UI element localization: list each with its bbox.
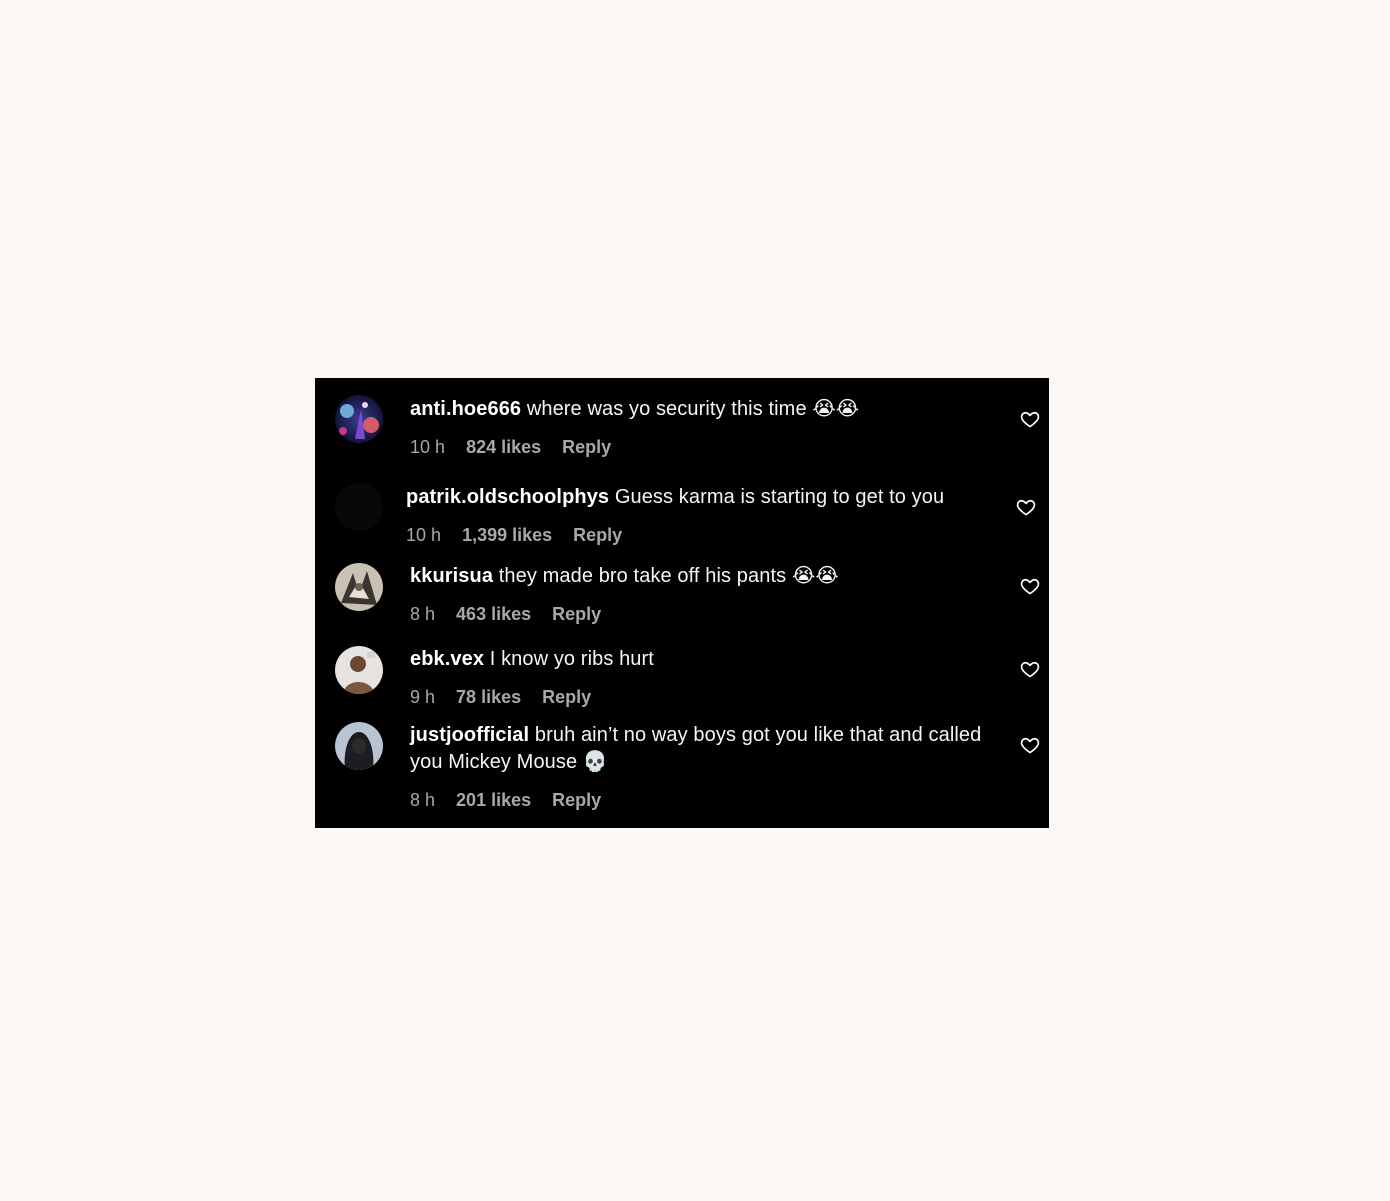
comment-timestamp: 10 h [410, 437, 446, 457]
comment-likes[interactable]: 1,399 likes [462, 525, 552, 545]
reply-button[interactable]: Reply [552, 790, 601, 810]
comment-username[interactable]: anti.hoe666 [410, 398, 521, 420]
galaxy-art-avatar-icon [335, 395, 383, 443]
comment-text: where was yo security this time 😭😭 [526, 398, 860, 420]
manga-avatar-icon [335, 563, 383, 611]
comment-username[interactable]: justjoofficial [410, 724, 529, 746]
comment-likes[interactable]: 463 likes [456, 604, 531, 624]
like-heart-icon[interactable] [1020, 409, 1040, 429]
like-heart-icon[interactable] [1020, 659, 1040, 679]
person-photo-avatar-icon [335, 646, 383, 694]
like-heart-icon[interactable] [1020, 735, 1040, 755]
comment-text: Guess karma is starting to get to you [614, 486, 945, 508]
avatar[interactable] [335, 722, 383, 770]
comment-timestamp: 8 h [410, 604, 436, 624]
comment-username[interactable]: ebk.vex [410, 648, 484, 670]
avatar[interactable] [335, 646, 383, 694]
comment-timestamp: 10 h [406, 525, 442, 545]
avatar[interactable] [335, 395, 383, 443]
comment-timestamp: 8 h [410, 790, 436, 810]
hooded-person-avatar-icon [335, 722, 383, 770]
comment-text: they made bro take off his pants 😭😭 [498, 565, 839, 587]
dark-avatar-icon [335, 483, 383, 531]
reply-button[interactable]: Reply [542, 687, 591, 707]
reply-button[interactable]: Reply [573, 525, 622, 545]
comment-likes[interactable]: 824 likes [466, 437, 541, 457]
like-heart-icon[interactable] [1020, 576, 1040, 596]
reply-button[interactable]: Reply [552, 604, 601, 624]
comment-username[interactable]: kkurisua [410, 565, 493, 587]
comment-likes[interactable]: 78 likes [456, 687, 521, 707]
like-heart-icon[interactable] [1016, 497, 1036, 517]
avatar[interactable] [335, 483, 383, 531]
comments-panel: anti.hoe666 where was yo security this t… [315, 378, 1049, 828]
reply-button[interactable]: Reply [562, 437, 611, 457]
comment-timestamp: 9 h [410, 687, 436, 707]
comment-likes[interactable]: 201 likes [456, 790, 531, 810]
avatar[interactable] [335, 563, 383, 611]
comment-username[interactable]: patrik.oldschoolphys [406, 486, 609, 508]
comment-text: I know yo ribs hurt [489, 648, 654, 670]
